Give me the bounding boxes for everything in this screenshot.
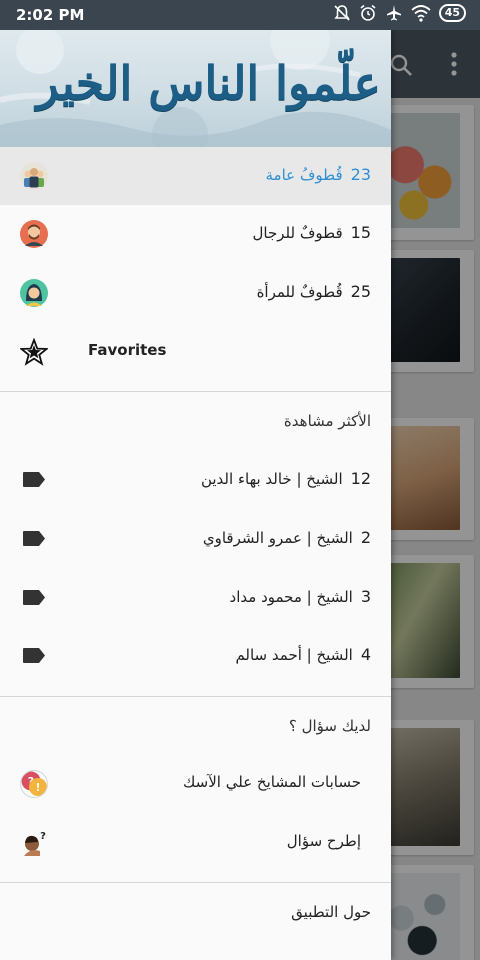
drawer-item-label: 2الشيخ | عمرو الشرقاوي: [202, 528, 371, 547]
drawer-item-women[interactable]: 25قُطوفٌ للمرأة: [0, 264, 391, 322]
alarm-icon: [360, 4, 376, 21]
drawer-item-label: 4الشيخ | أحمد سالم: [235, 645, 371, 664]
drawer-item-sheikh-accounts[interactable]: ? ! حسابات المشايخ علي الآسك: [0, 755, 391, 813]
drawer-item-label: حسابات المشايخ علي الآسك: [183, 773, 361, 791]
label-tag-icon: [23, 531, 45, 546]
drawer-item-label: 12الشيخ | خالد بهاء الدين: [200, 469, 371, 488]
section-title-most-viewed: الأكثر مشاهدة: [283, 412, 371, 430]
drawer-item-label: حول التطبيق: [291, 903, 371, 921]
drawer-item-sheikh[interactable]: 3الشيخ | محمود مداد: [0, 569, 391, 627]
man-avatar-icon: [20, 220, 48, 248]
status-time: 2:02 PM: [16, 6, 85, 24]
drawer-item-men[interactable]: 15قطوفٌ للرجال: [0, 205, 391, 263]
mute-icon: [334, 5, 350, 21]
drawer-divider: [0, 696, 391, 697]
section-title-questions: لديك سؤال ؟: [288, 717, 371, 735]
drawer-item-label: 25قُطوفٌ للمرأة: [256, 282, 371, 301]
drawer-item-about[interactable]: حول التطبيق: [0, 883, 391, 941]
drawer-header-banner: علّموا الناس الخير: [0, 30, 391, 147]
drawer-item-label: 15قطوفٌ للرجال: [252, 223, 371, 242]
drawer-divider: [0, 391, 391, 392]
drawer-item-sheikh[interactable]: 2الشيخ | عمرو الشرقاوي: [0, 510, 391, 568]
drawer-item-favorites[interactable]: Favorites: [0, 323, 391, 381]
navigation-drawer: علّموا الناس الخير 23قُطوفُ عامة 15قطوفٌ…: [0, 30, 391, 960]
drawer-item-ask-question[interactable]: ? إطرح سؤال: [0, 814, 391, 872]
banner-title: علّموا الناس الخير: [36, 56, 381, 110]
question-bubbles-icon: ? !: [20, 770, 48, 798]
drawer-item-label: 23قُطوفُ عامة: [265, 165, 372, 184]
thinking-person-icon: ?: [24, 831, 46, 856]
svg-text:?: ?: [40, 831, 46, 842]
drawer-item-label: 3الشيخ | محمود مداد: [229, 587, 371, 606]
drawer-item-label: إطرح سؤال: [286, 832, 361, 850]
star-icon: [20, 338, 48, 366]
group-avatar-icon: [20, 162, 48, 190]
airplane-icon: [386, 5, 401, 21]
woman-avatar-icon: [20, 279, 48, 307]
drawer-item-label: Favorites: [88, 341, 167, 359]
status-bar: 2:02 PM 45: [0, 0, 480, 30]
drawer-item-sheikh[interactable]: 12الشيخ | خالد بهاء الدين: [0, 451, 391, 509]
wifi-icon: [411, 5, 431, 22]
label-tag-icon: [23, 648, 45, 663]
battery-indicator: 45: [438, 4, 466, 22]
drawer-item-sheikh[interactable]: 4الشيخ | أحمد سالم: [0, 627, 391, 685]
label-tag-icon: [23, 472, 45, 487]
svg-text:!: !: [35, 781, 40, 794]
label-tag-icon: [23, 590, 45, 605]
drawer-item-general[interactable]: 23قُطوفُ عامة: [0, 147, 391, 205]
